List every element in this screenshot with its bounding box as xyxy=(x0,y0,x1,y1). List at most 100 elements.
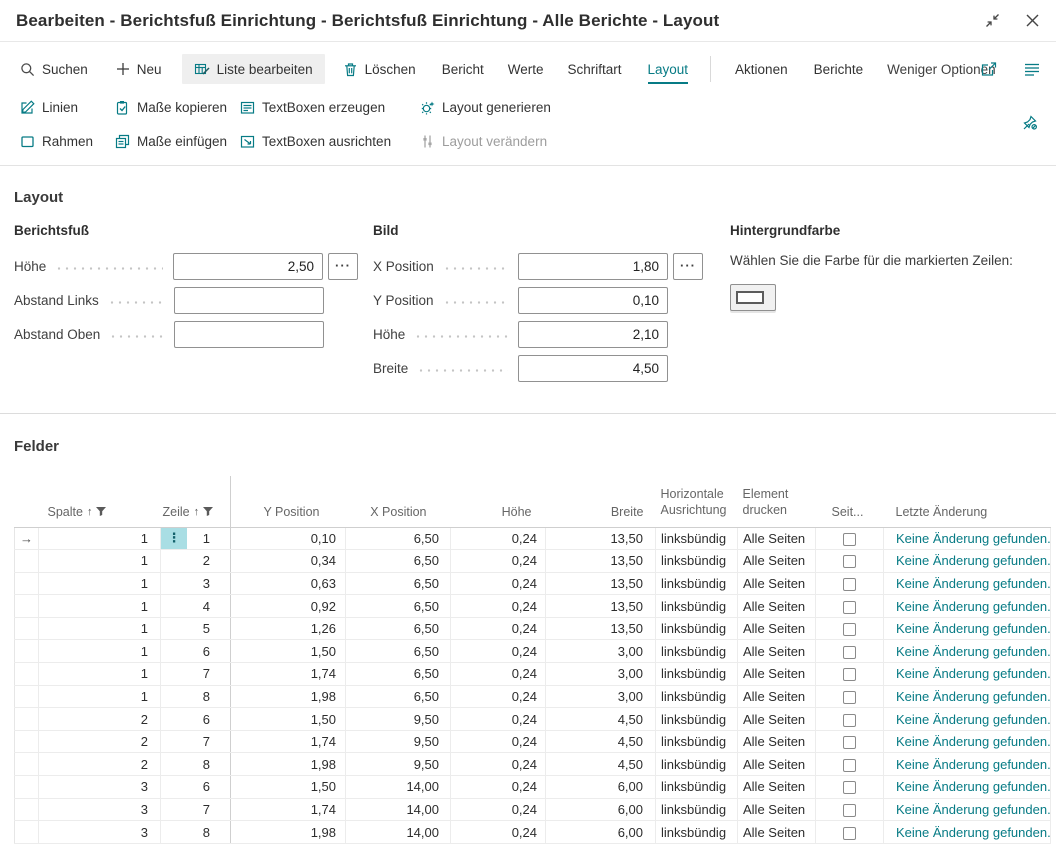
cell-element[interactable]: Alle Seiten xyxy=(738,708,816,731)
hoehe-input[interactable] xyxy=(173,253,323,280)
cell-letzte[interactable]: Keine Änderung gefunden. xyxy=(884,798,1051,821)
seit-checkbox[interactable] xyxy=(843,646,856,659)
seit-checkbox[interactable] xyxy=(843,759,856,772)
cell-x[interactable]: 6,50 xyxy=(346,550,451,573)
row-selector-cell[interactable] xyxy=(15,685,39,708)
row-selector-cell[interactable] xyxy=(15,595,39,618)
cell-letzte[interactable]: Keine Änderung gefunden. xyxy=(884,821,1051,844)
x-position-assist-edit-button[interactable]: ··· xyxy=(673,253,703,280)
cell-hoehe[interactable]: 0,24 xyxy=(451,798,546,821)
header-y-position[interactable]: Y Position xyxy=(231,476,346,527)
cell-zeile[interactable]: 5 xyxy=(161,617,231,640)
cell-spalte[interactable]: 1 xyxy=(39,617,161,640)
cell-hoehe[interactable]: 0,24 xyxy=(451,663,546,686)
share-icon[interactable] xyxy=(980,61,998,77)
seit-checkbox[interactable] xyxy=(843,533,856,546)
cell-zeile[interactable]: ⋮1 xyxy=(161,527,231,550)
frames-button[interactable]: Rahmen xyxy=(20,134,115,149)
cell-y[interactable]: 1,98 xyxy=(231,685,346,708)
cell-x[interactable]: 6,50 xyxy=(346,663,451,686)
cell-spalte[interactable]: 1 xyxy=(39,663,161,686)
cell-element[interactable]: Alle Seiten xyxy=(738,753,816,776)
layout-menu-active[interactable]: Layout xyxy=(648,62,689,84)
seit-checkbox[interactable] xyxy=(843,804,856,817)
cell-hoehe[interactable]: 0,24 xyxy=(451,685,546,708)
cell-spalte[interactable]: 1 xyxy=(39,550,161,573)
seit-checkbox[interactable] xyxy=(843,623,856,636)
cell-x[interactable]: 9,50 xyxy=(346,753,451,776)
reports-menu[interactable]: Berichte xyxy=(814,62,864,77)
cell-breite[interactable]: 6,00 xyxy=(546,798,656,821)
cell-hoehe[interactable]: 0,24 xyxy=(451,821,546,844)
cell-spalte[interactable]: 1 xyxy=(39,595,161,618)
font-menu[interactable]: Schriftart xyxy=(567,62,621,77)
cell-x[interactable]: 6,50 xyxy=(346,640,451,663)
header-x-position[interactable]: X Position xyxy=(346,476,451,527)
cell-zeile[interactable]: 4 xyxy=(161,595,231,618)
cell-zeile[interactable]: 7 xyxy=(161,798,231,821)
cell-zeile[interactable]: 7 xyxy=(161,663,231,686)
cell-horizontale[interactable]: linksbündig xyxy=(656,776,738,799)
cell-horizontale[interactable]: linksbündig xyxy=(656,753,738,776)
seit-checkbox[interactable] xyxy=(843,555,856,568)
cell-breite[interactable]: 13,50 xyxy=(546,527,656,550)
cell-breite[interactable]: 4,50 xyxy=(546,730,656,753)
cell-letzte[interactable]: Keine Änderung gefunden. xyxy=(884,663,1051,686)
cell-seit[interactable] xyxy=(816,730,884,753)
details-list-icon[interactable] xyxy=(1024,62,1040,76)
cell-letzte[interactable]: Keine Änderung gefunden. xyxy=(884,640,1051,663)
cell-horizontale[interactable]: linksbündig xyxy=(656,572,738,595)
row-selector-cell[interactable] xyxy=(15,798,39,821)
breite-input[interactable] xyxy=(518,355,668,382)
header-element-drucken[interactable]: Element drucken xyxy=(738,476,816,527)
cell-zeile[interactable]: 2 xyxy=(161,550,231,573)
cell-letzte[interactable]: Keine Änderung gefunden. xyxy=(884,776,1051,799)
create-textboxes-button[interactable]: TextBoxen erzeugen xyxy=(240,100,420,115)
cell-breite[interactable]: 3,00 xyxy=(546,685,656,708)
cell-x[interactable]: 14,00 xyxy=(346,776,451,799)
hoehe-assist-edit-button[interactable]: ··· xyxy=(328,253,358,280)
report-menu[interactable]: Bericht xyxy=(442,62,484,77)
cell-element[interactable]: Alle Seiten xyxy=(738,640,816,663)
cell-x[interactable]: 14,00 xyxy=(346,821,451,844)
cell-y[interactable]: 1,74 xyxy=(231,663,346,686)
close-icon[interactable] xyxy=(1025,13,1040,28)
cell-seit[interactable] xyxy=(816,550,884,573)
header-horizontale-ausrichtung[interactable]: Horizontale Ausrichtung xyxy=(656,476,738,527)
cell-breite[interactable]: 4,50 xyxy=(546,708,656,731)
cell-breite[interactable]: 13,50 xyxy=(546,550,656,573)
cell-hoehe[interactable]: 0,24 xyxy=(451,730,546,753)
cell-y[interactable]: 1,98 xyxy=(231,753,346,776)
bild-hoehe-input[interactable] xyxy=(518,321,668,348)
seit-checkbox[interactable] xyxy=(843,827,856,840)
cell-hoehe[interactable]: 0,24 xyxy=(451,617,546,640)
cell-letzte[interactable]: Keine Änderung gefunden. xyxy=(884,595,1051,618)
cell-hoehe[interactable]: 0,24 xyxy=(451,572,546,595)
abstand-oben-input[interactable] xyxy=(174,321,324,348)
header-hoehe[interactable]: Höhe xyxy=(451,476,546,527)
row-selector-cell[interactable]: → xyxy=(15,527,39,550)
cell-horizontale[interactable]: linksbündig xyxy=(656,640,738,663)
cell-letzte[interactable]: Keine Änderung gefunden. xyxy=(884,708,1051,731)
cell-x[interactable]: 6,50 xyxy=(346,572,451,595)
cell-element[interactable]: Alle Seiten xyxy=(738,572,816,595)
cell-spalte[interactable]: 1 xyxy=(39,685,161,708)
row-selector-cell[interactable] xyxy=(15,550,39,573)
cell-element[interactable]: Alle Seiten xyxy=(738,798,816,821)
cell-breite[interactable]: 13,50 xyxy=(546,572,656,595)
row-selector-cell[interactable] xyxy=(15,663,39,686)
cell-zeile[interactable]: 8 xyxy=(161,821,231,844)
cell-x[interactable]: 6,50 xyxy=(346,527,451,550)
cell-seit[interactable] xyxy=(816,776,884,799)
cell-letzte[interactable]: Keine Änderung gefunden. xyxy=(884,572,1051,595)
cell-seit[interactable] xyxy=(816,527,884,550)
cell-breite[interactable]: 3,00 xyxy=(546,663,656,686)
fasttab-layout-title[interactable]: Layout xyxy=(14,189,63,206)
abstand-links-input[interactable] xyxy=(174,287,324,314)
actions-menu[interactable]: Aktionen xyxy=(735,62,788,77)
cell-x[interactable]: 9,50 xyxy=(346,730,451,753)
cell-horizontale[interactable]: linksbündig xyxy=(656,730,738,753)
cell-y[interactable]: 0,34 xyxy=(231,550,346,573)
header-seit[interactable]: Seit... xyxy=(816,476,884,527)
cell-y[interactable]: 0,10 xyxy=(231,527,346,550)
